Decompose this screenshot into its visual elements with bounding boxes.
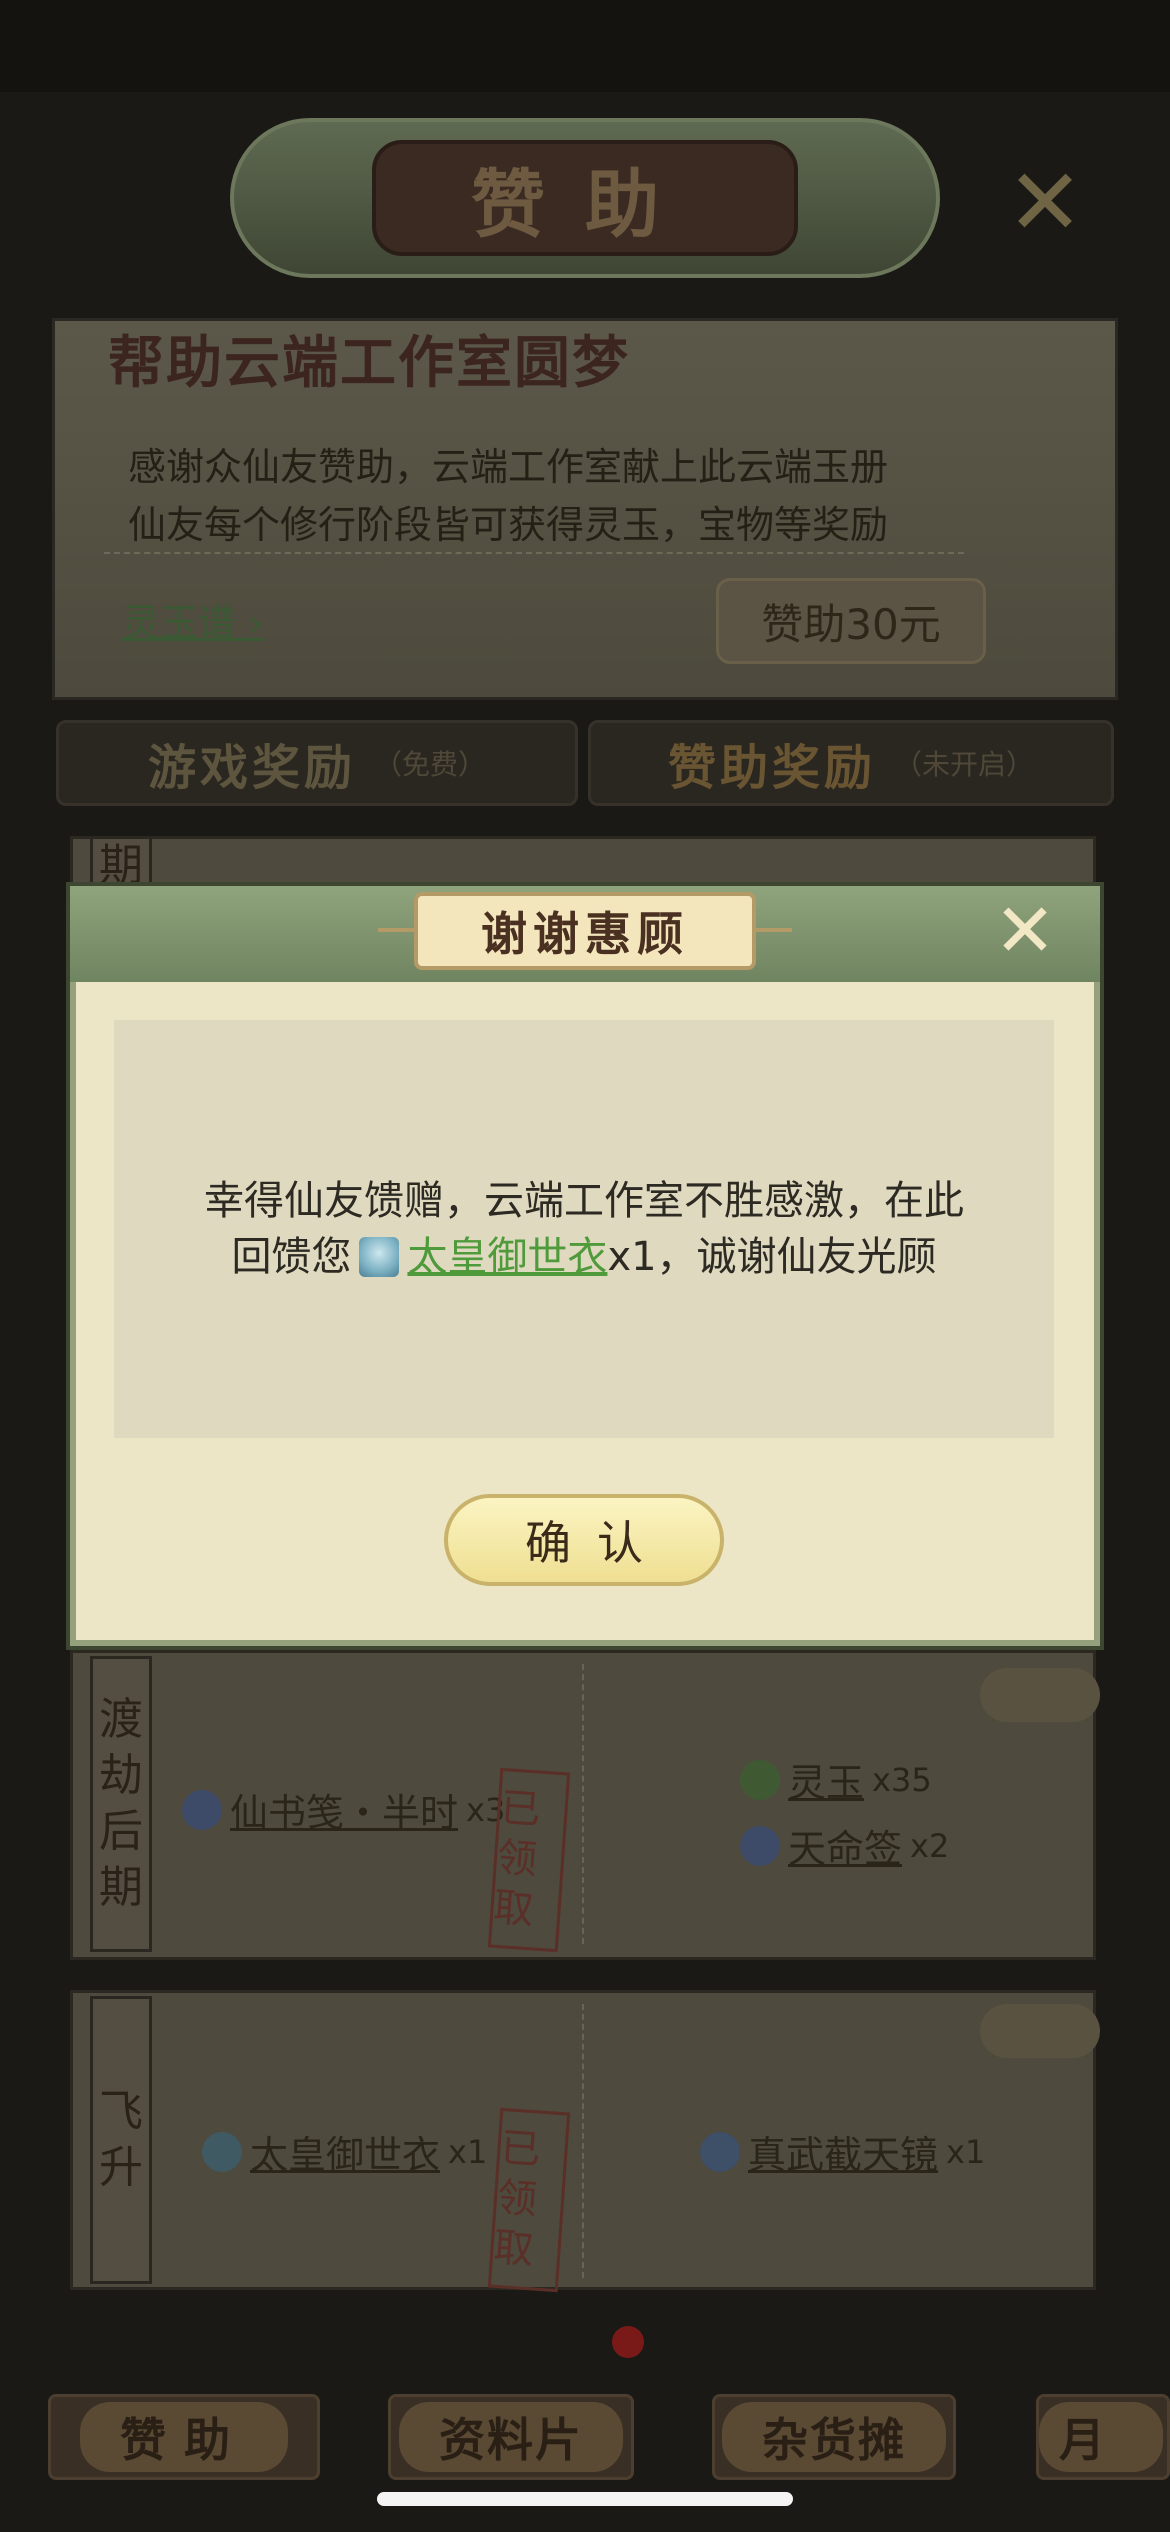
tab-sponsor-rewards-sub: （未开启） [894, 748, 1035, 781]
reward-item-name: 真武截天镜 [748, 2133, 939, 2177]
robe-icon [202, 2131, 242, 2172]
claimed-stamp: 已领取 [487, 2107, 571, 2293]
dialog-message-prefix: 回馈您 [231, 1234, 352, 1280]
claimed-stamp: 已领取 [487, 1767, 571, 1953]
reward-item-name: 灵玉 [788, 1761, 865, 1805]
close-icon[interactable]: ✕ [990, 894, 1060, 968]
banner-description-line-1: 感谢众仙友赞助，云端工作室献上此云端玉册 [128, 445, 889, 489]
reward-item[interactable]: 仙书笺・半时 x3 [182, 1782, 505, 1837]
stage-label: 渡劫后期 [90, 1656, 152, 1952]
tab-game-rewards-label: 游戏奖励 [147, 740, 356, 796]
nav-sponsor-label: 赞助 [80, 2402, 288, 2472]
mirror-icon [700, 2131, 740, 2172]
reward-item[interactable]: 真武截天镜 x1 [700, 2124, 985, 2179]
chevron-right-icon: › [236, 601, 264, 645]
dialog-title-plate: 谢谢惠顾 [414, 892, 756, 970]
close-icon[interactable]: ✕ [1000, 157, 1090, 249]
banner-description-line-2: 仙友每个修行阶段皆可获得灵玉，宝物等奖励 [128, 503, 889, 547]
reward-item[interactable]: 天命签 x2 [740, 1818, 949, 1873]
reward-item-count: x1 [448, 2132, 488, 2171]
jade-list-link-label: 灵玉谱 [122, 601, 237, 645]
nav-sponsor[interactable]: 赞助 [48, 2394, 320, 2480]
nav-monthly[interactable]: 月 [1036, 2394, 1170, 2480]
reward-item-count: x35 [872, 1760, 932, 1799]
jade-list-link[interactable]: 灵玉谱 › [122, 592, 263, 647]
nav-expansion[interactable]: 资料片 [388, 2394, 634, 2480]
status-bar [0, 0, 1170, 92]
nav-shop-label: 杂货摊 [722, 2402, 946, 2472]
lock-icon [980, 2004, 1100, 2058]
reward-item-name: 天命签 [788, 1827, 903, 1871]
dialog-message-suffix: x1，诚谢仙友光顾 [607, 1234, 937, 1280]
tab-sponsor-rewards[interactable]: 赞助奖励 （未开启） [588, 720, 1114, 806]
fortune-slip-icon [740, 1825, 780, 1866]
nav-monthly-label: 月 [1039, 2402, 1163, 2472]
banner-title: 帮助云端工作室圆梦 [108, 330, 630, 396]
row-divider [582, 1664, 584, 1944]
sponsor-30-button-label: 赞助30元 [761, 599, 941, 649]
book-icon [182, 1789, 222, 1830]
reward-item-count: x1 [946, 2132, 986, 2171]
reward-item-count: x2 [910, 1826, 950, 1865]
page-title: 赞助 [471, 161, 699, 248]
confirm-button-label: 确认 [525, 1516, 669, 1570]
reward-item[interactable]: 灵玉 x35 [740, 1752, 932, 1807]
sponsor-30-button[interactable]: 赞助30元 [716, 578, 986, 664]
title-wing-left [378, 928, 418, 932]
dialog-message-line-1: 幸得仙友馈赠，云端工作室不胜感激，在此 [204, 1178, 964, 1224]
robe-icon [359, 1237, 400, 1277]
dialog-message-panel: 幸得仙友馈赠，云端工作室不胜感激，在此 回馈您 太皇御世衣 x1，诚谢仙友光顾 [114, 1020, 1054, 1438]
lock-icon [980, 1668, 1100, 1722]
claimed-stamp-text: 已领取 [491, 2124, 543, 2274]
title-wing-right [752, 928, 792, 932]
dialog-title: 谢谢惠顾 [481, 907, 689, 961]
home-indicator[interactable] [377, 2492, 793, 2506]
claimed-stamp-text: 已领取 [491, 1784, 543, 1934]
confirm-button[interactable]: 确认 [444, 1494, 724, 1586]
nav-expansion-label: 资料片 [399, 2402, 623, 2472]
banner-divider [104, 552, 964, 554]
reward-item-name: 仙书笺・半时 [230, 1791, 459, 1835]
dialog-message-line-2: 回馈您 太皇御世衣 x1，诚谢仙友光顾 [231, 1229, 936, 1285]
jade-icon [740, 1759, 780, 1800]
nav-shop[interactable]: 杂货摊 [712, 2394, 956, 2480]
page-title-plate: 赞助 [372, 140, 798, 256]
reward-item-name: 太皇御世衣 [250, 2133, 441, 2177]
row-divider [582, 2004, 584, 2278]
tab-game-rewards-sub: （免费） [374, 748, 487, 781]
reward-item-link[interactable]: 太皇御世衣 [407, 1229, 607, 1285]
reward-item[interactable]: 太皇御世衣 x1 [202, 2124, 487, 2179]
notification-badge [612, 2326, 644, 2358]
tab-sponsor-rewards-label: 赞助奖励 [667, 740, 876, 796]
tab-game-rewards[interactable]: 游戏奖励 （免费） [56, 720, 578, 806]
stage-label: 飞升 [90, 1996, 152, 2284]
